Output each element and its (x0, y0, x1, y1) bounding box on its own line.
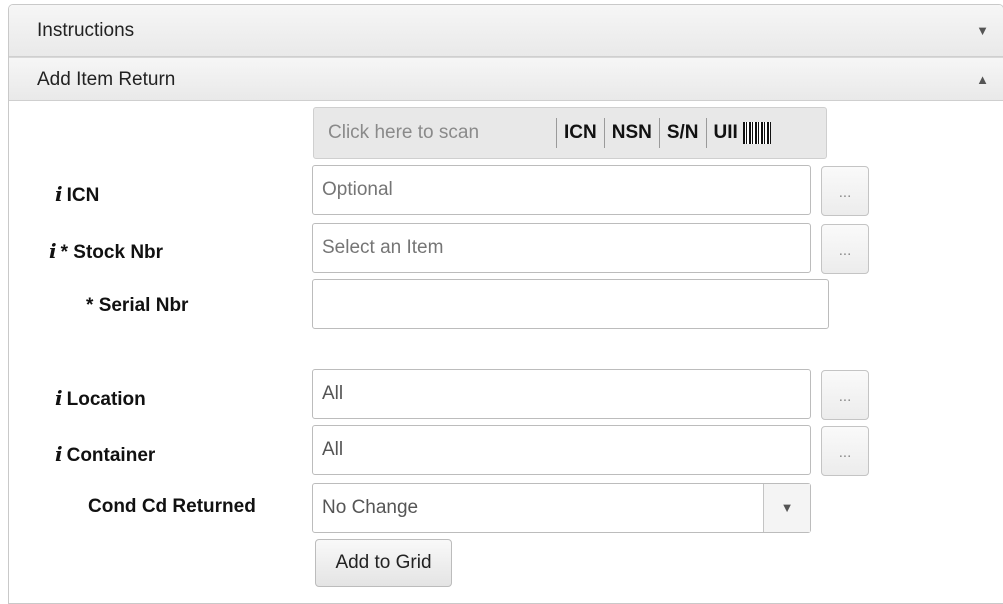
stock-nbr-input[interactable] (312, 223, 811, 273)
container-label: i Container (55, 442, 156, 466)
scan-placeholder: Click here to scan (328, 122, 480, 143)
item-return-panel: Instructions ▼ Add Item Return ▲ Click h… (8, 4, 1003, 604)
container-input[interactable] (312, 425, 811, 475)
collapse-up-icon[interactable]: ▲ (976, 58, 989, 102)
instructions-title: Instructions (37, 20, 135, 41)
scan-code-uii: UII (705, 118, 779, 148)
info-icon[interactable]: i (49, 239, 57, 263)
location-input[interactable] (312, 369, 811, 419)
icn-lookup-button[interactable]: ... (821, 166, 869, 216)
info-icon[interactable]: i (55, 182, 63, 206)
scan-code-icn: ICN (556, 118, 604, 148)
instructions-header[interactable]: Instructions ▼ (9, 5, 1003, 57)
add-to-grid-button[interactable]: Add to Grid (315, 539, 452, 587)
location-lookup-button[interactable]: ... (821, 370, 869, 420)
dropdown-arrow-icon[interactable]: ▼ (763, 484, 810, 532)
location-label: i Location (55, 386, 146, 410)
barcode-icon (743, 121, 772, 144)
scan-code-nsn: NSN (603, 118, 659, 148)
stock-nbr-lookup-button[interactable]: ... (821, 224, 869, 274)
cond-cd-returned-value: No Change (322, 497, 419, 518)
scan-code-sn: S/N (658, 118, 706, 148)
collapse-down-icon[interactable]: ▼ (976, 5, 989, 57)
add-item-return-title: Add Item Return (37, 69, 176, 90)
container-lookup-button[interactable]: ... (821, 426, 869, 476)
info-icon[interactable]: i (55, 442, 63, 466)
scan-field[interactable]: Click here to scan ICN NSN S/N UII (313, 107, 827, 159)
icn-label: i ICN (55, 182, 100, 206)
cond-cd-returned-label: Cond Cd Returned (88, 496, 256, 517)
stock-nbr-label: i * Stock Nbr (49, 239, 164, 263)
serial-nbr-label: * Serial Nbr (86, 295, 189, 316)
add-item-return-header[interactable]: Add Item Return ▲ (9, 57, 1003, 101)
cond-cd-returned-select[interactable]: No Change ▼ (312, 483, 811, 533)
icn-input[interactable] (312, 165, 811, 215)
serial-nbr-input[interactable] (312, 279, 829, 329)
info-icon[interactable]: i (55, 386, 63, 410)
